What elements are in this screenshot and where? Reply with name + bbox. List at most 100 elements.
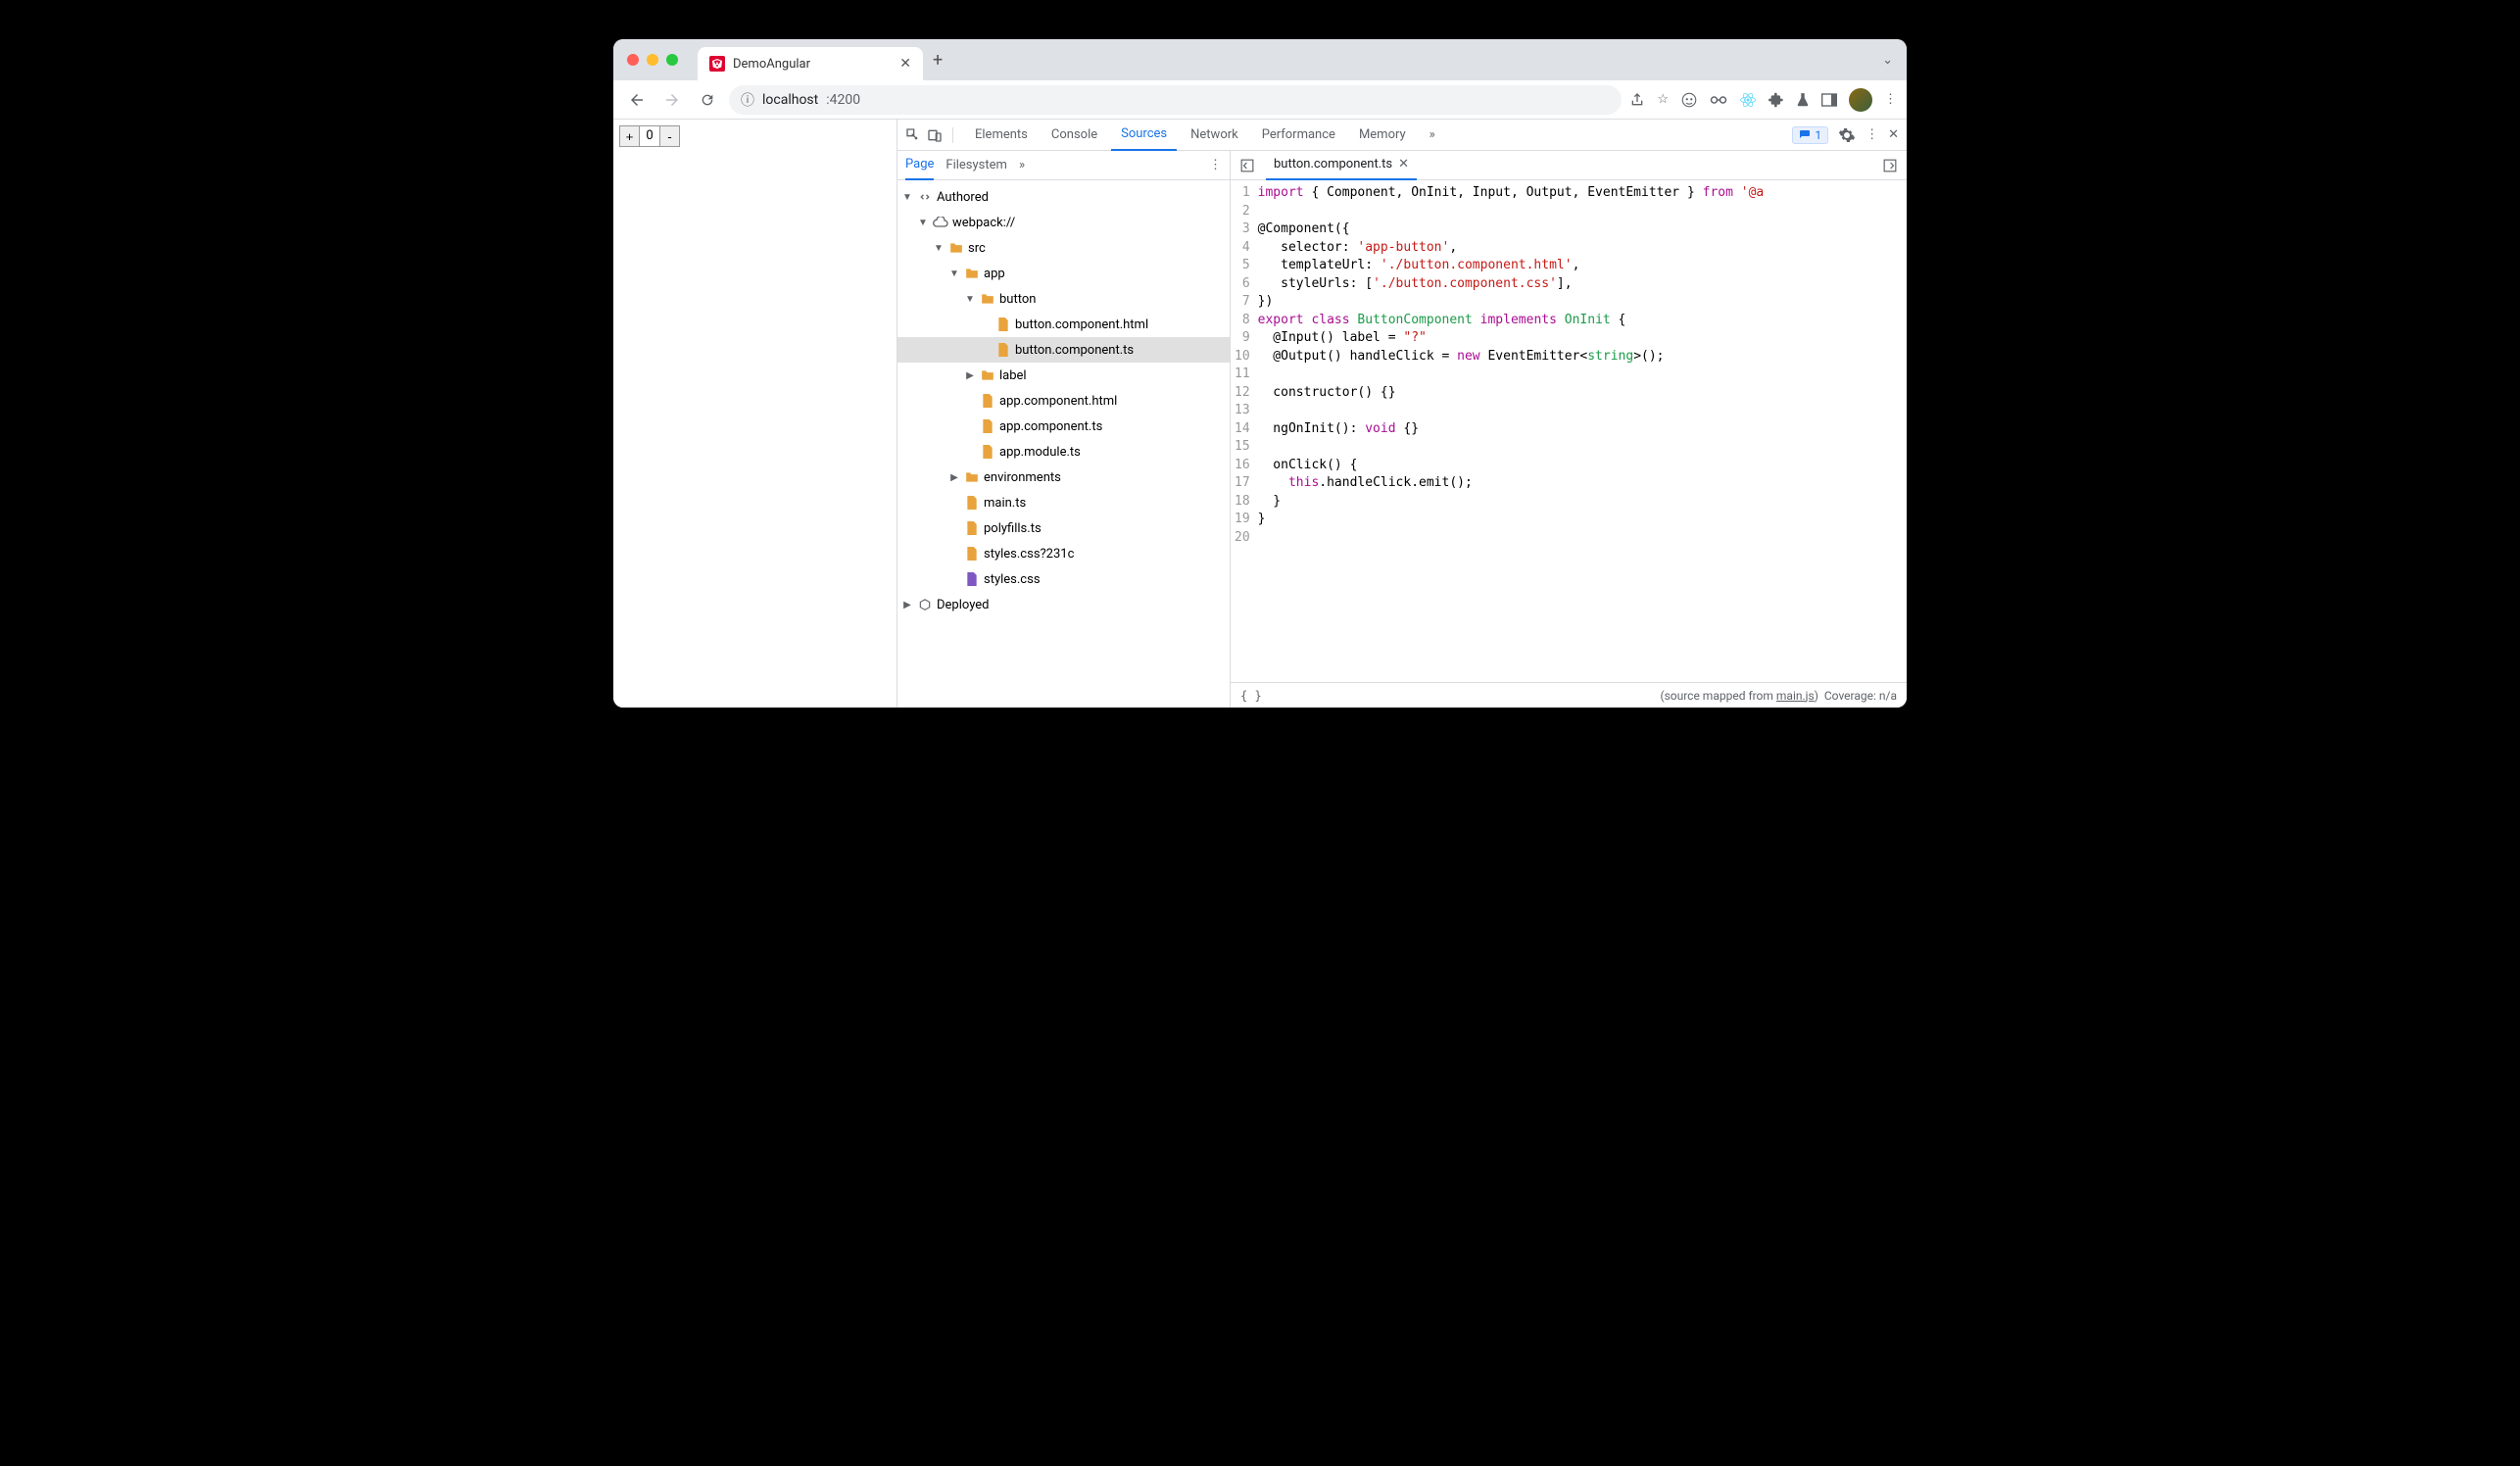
- subtab-filesystem[interactable]: Filesystem: [945, 151, 1007, 180]
- tree-app[interactable]: ▼ app: [897, 261, 1230, 286]
- folder-icon: [948, 240, 964, 256]
- code-editor[interactable]: 1234567891011121314151617181920 import {…: [1231, 180, 1907, 682]
- file-icon: [995, 317, 1011, 332]
- tree-label: app.component.ts: [999, 419, 1102, 434]
- tree-deployed[interactable]: ▶ Deployed: [897, 592, 1230, 617]
- pretty-print-icon[interactable]: { }: [1240, 689, 1262, 703]
- tabs-dropdown-icon[interactable]: ⌄: [1882, 53, 1893, 68]
- window-controls: [627, 54, 678, 66]
- new-tab-button[interactable]: +: [933, 50, 943, 71]
- tree-src[interactable]: ▼ src: [897, 235, 1230, 261]
- show-navigator-icon[interactable]: [1236, 159, 1258, 172]
- status-text: (source mapped from main.js) Coverage: n…: [1660, 689, 1897, 703]
- disclosure-triangle-icon[interactable]: ▶: [948, 472, 960, 483]
- tabs-overflow-icon[interactable]: »: [1420, 120, 1445, 151]
- chrome-menu-icon[interactable]: ⋮: [1884, 92, 1897, 107]
- address-bar[interactable]: ⓘ localhost:4200: [729, 85, 1622, 115]
- editor-status-bar: { } (source mapped from main.js) Coverag…: [1231, 682, 1907, 708]
- editor-tab[interactable]: button.component.ts ✕: [1266, 151, 1417, 180]
- disclosure-triangle-icon[interactable]: ▼: [964, 294, 976, 305]
- page-viewport: + 0 -: [613, 120, 897, 708]
- reload-button[interactable]: [694, 86, 721, 114]
- code-content: import { Component, OnInit, Input, Outpu…: [1258, 180, 1765, 682]
- disclosure-triangle-icon[interactable]: ▼: [933, 243, 945, 254]
- tree-button-folder[interactable]: ▼ button: [897, 286, 1230, 312]
- tree-environments[interactable]: ▶ environments: [897, 464, 1230, 490]
- navigator-pane: Page Filesystem » ⋮ ▼ Authored ▼: [897, 151, 1231, 708]
- editor-tab-bar: button.component.ts ✕: [1231, 151, 1907, 180]
- file-tree: ▼ Authored ▼ webpack:// ▼ src: [897, 180, 1230, 708]
- tab-elements[interactable]: Elements: [965, 120, 1038, 151]
- tab-strip: DemoAngular ✕ + ⌄: [613, 39, 1907, 80]
- disclosure-triangle-icon[interactable]: ▼: [948, 269, 960, 279]
- back-button[interactable]: [623, 86, 651, 114]
- tab-memory[interactable]: Memory: [1349, 120, 1416, 151]
- file-icon: [964, 546, 980, 562]
- editor-tab-label: button.component.ts: [1274, 157, 1392, 171]
- close-devtools-icon[interactable]: ✕: [1888, 127, 1899, 142]
- tab-console[interactable]: Console: [1042, 120, 1107, 151]
- line-gutter: 1234567891011121314151617181920: [1231, 180, 1258, 682]
- increment-button[interactable]: +: [620, 126, 640, 146]
- disclosure-triangle-icon[interactable]: ▼: [901, 192, 913, 203]
- tree-webpack[interactable]: ▼ webpack://: [897, 210, 1230, 235]
- tree-file-app-module[interactable]: app.module.ts: [897, 439, 1230, 464]
- browser-tab[interactable]: DemoAngular ✕: [698, 47, 923, 80]
- disclosure-triangle-icon[interactable]: ▶: [964, 370, 976, 381]
- close-window-button[interactable]: [627, 54, 639, 66]
- minimize-window-button[interactable]: [647, 54, 658, 66]
- tab-network[interactable]: Network: [1181, 120, 1248, 151]
- tree-label: app.component.html: [999, 394, 1117, 409]
- disclosure-triangle-icon[interactable]: ▶: [901, 600, 913, 611]
- tree-label-folder[interactable]: ▶ label: [897, 363, 1230, 388]
- file-icon: [964, 571, 980, 587]
- tree-file-button-html[interactable]: button.component.html: [897, 312, 1230, 337]
- subtab-overflow-icon[interactable]: »: [1019, 151, 1025, 180]
- maximize-window-button[interactable]: [666, 54, 678, 66]
- disclosure-triangle-icon[interactable]: ▼: [917, 218, 929, 228]
- site-info-icon[interactable]: ⓘ: [741, 90, 754, 110]
- tab-performance[interactable]: Performance: [1252, 120, 1345, 151]
- tree-file-app-ts[interactable]: app.component.ts: [897, 414, 1230, 439]
- issues-badge[interactable]: 1: [1792, 126, 1828, 144]
- devtools-panel: Elements Console Sources Network Perform…: [897, 120, 1907, 708]
- incognito-icon[interactable]: [1680, 91, 1698, 109]
- labs-icon[interactable]: [1796, 92, 1810, 108]
- navigator-subtabs: Page Filesystem » ⋮: [897, 151, 1230, 180]
- editor-pane: button.component.ts ✕ 123456789101112131…: [1231, 151, 1907, 708]
- forward-button[interactable]: [658, 86, 686, 114]
- folder-icon: [964, 266, 980, 281]
- extension-icon[interactable]: [1769, 92, 1784, 108]
- device-toolbar-icon[interactable]: [927, 127, 943, 143]
- counter-value: 0: [640, 126, 659, 146]
- issues-count: 1: [1815, 128, 1821, 142]
- show-debugger-icon[interactable]: [1879, 159, 1901, 172]
- tree-file-app-html[interactable]: app.component.html: [897, 388, 1230, 414]
- tree-authored[interactable]: ▼ Authored: [897, 184, 1230, 210]
- inspect-element-icon[interactable]: [905, 127, 921, 143]
- glasses-icon[interactable]: [1710, 94, 1727, 106]
- tree-label: button.component.ts: [1015, 343, 1134, 358]
- profile-avatar[interactable]: [1849, 88, 1872, 112]
- side-panel-icon[interactable]: [1821, 93, 1837, 107]
- tree-file-styles[interactable]: styles.css: [897, 566, 1230, 592]
- decrement-button[interactable]: -: [659, 126, 679, 146]
- tree-file-styles-q[interactable]: styles.css?231c: [897, 541, 1230, 566]
- tab-sources[interactable]: Sources: [1111, 120, 1177, 151]
- close-file-icon[interactable]: ✕: [1398, 157, 1409, 171]
- settings-icon[interactable]: [1838, 126, 1856, 144]
- tree-label: button.component.html: [1015, 318, 1148, 332]
- toolbar-icons: ☆ ⋮: [1629, 88, 1897, 112]
- close-tab-button[interactable]: ✕: [899, 56, 911, 72]
- bookmark-icon[interactable]: ☆: [1657, 92, 1669, 107]
- devtools-menu-icon[interactable]: ⋮: [1866, 127, 1878, 142]
- navigator-menu-icon[interactable]: ⋮: [1209, 158, 1222, 172]
- tree-file-button-ts[interactable]: button.component.ts: [897, 337, 1230, 363]
- source-map-link[interactable]: main.js: [1776, 689, 1815, 703]
- browser-window: DemoAngular ✕ + ⌄ ⓘ localhost:4200 ☆: [613, 39, 1907, 708]
- tree-file-main[interactable]: main.ts: [897, 490, 1230, 515]
- share-icon[interactable]: [1629, 92, 1645, 108]
- react-devtools-icon[interactable]: [1739, 91, 1757, 109]
- subtab-page[interactable]: Page: [905, 151, 934, 180]
- tree-file-polyfills[interactable]: polyfills.ts: [897, 515, 1230, 541]
